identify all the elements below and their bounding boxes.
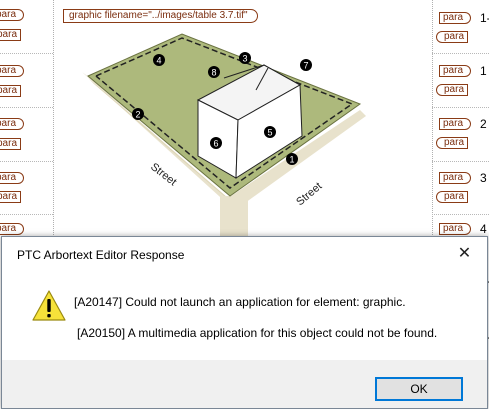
dialog-title: PTC Arbortext Editor Response (17, 248, 185, 262)
para-open-tag[interactable]: para (0, 118, 25, 130)
callout-2: 2 (132, 108, 144, 120)
svg-text:4: 4 (156, 56, 161, 66)
para-close-tag[interactable]: para (436, 191, 469, 203)
row-divider (0, 214, 53, 215)
svg-text:5: 5 (267, 128, 272, 138)
para-open-tag[interactable]: para (0, 223, 25, 235)
row-divider (432, 53, 489, 54)
dialog-body: [A20147] Could not launch an application… (2, 272, 487, 360)
row-number: 2 (480, 117, 487, 131)
row-divider (0, 161, 53, 162)
callout-4: 4 (153, 54, 165, 66)
para-close-tag[interactable]: para (436, 137, 469, 149)
row-number: 1- (480, 11, 489, 25)
graphic-tag[interactable]: graphic filename="../images/table 3.7.ti… (63, 9, 258, 23)
para-open-tag[interactable]: para (0, 65, 25, 77)
row-number: 3 (480, 171, 487, 185)
para-open-tag[interactable]: para (0, 172, 25, 184)
callout-7: 7 (300, 59, 312, 71)
para-open-tag[interactable]: para (0, 9, 25, 21)
para-open-tag[interactable]: para (439, 118, 472, 130)
close-icon[interactable]: ✕ (442, 237, 487, 272)
para-open-tag[interactable]: para (439, 12, 472, 24)
para-close-tag[interactable]: para (0, 85, 22, 97)
para-close-tag[interactable]: para (0, 29, 22, 41)
svg-text:7: 7 (303, 61, 308, 71)
svg-text:6: 6 (213, 139, 218, 149)
para-close-tag[interactable]: para (436, 31, 469, 43)
row-number: 4 (480, 222, 487, 236)
para-open-tag[interactable]: para (439, 172, 472, 184)
callout-1: 1 (286, 153, 298, 165)
para-close-tag[interactable]: para (0, 191, 22, 203)
callout-5: 5 (264, 126, 276, 138)
warning-icon (32, 290, 66, 321)
para-close-tag[interactable]: para (436, 84, 469, 96)
svg-text:3: 3 (242, 54, 247, 64)
callout-6: 6 (210, 137, 222, 149)
row-divider (432, 214, 489, 215)
street-label: Street (294, 180, 324, 208)
svg-text:2: 2 (135, 110, 140, 120)
svg-text:1: 1 (289, 155, 294, 165)
callout-3: 3 (239, 52, 251, 64)
row-divider (432, 107, 489, 108)
row-divider (432, 161, 489, 162)
dialog-title-bar[interactable]: PTC Arbortext Editor Response ✕ (2, 237, 487, 272)
response-dialog: PTC Arbortext Editor Response ✕ [A20147]… (1, 236, 488, 409)
callout-8: 8 (208, 66, 220, 78)
para-close-tag[interactable]: para (0, 138, 22, 150)
row-number: 1 (480, 64, 487, 78)
row-divider (0, 107, 53, 108)
street-label: Street (148, 161, 179, 189)
figure-callouts: 1 2 3 4 5 6 7 8 Street Street (132, 52, 324, 208)
row-divider (0, 53, 53, 54)
ok-button[interactable]: OK (375, 377, 463, 401)
error-message-2: [A20150] A multimedia application for th… (77, 326, 438, 340)
para-open-tag[interactable]: para (439, 65, 472, 77)
svg-text:8: 8 (211, 68, 216, 78)
para-open-tag[interactable]: para (439, 223, 472, 235)
error-message-1: [A20147] Could not launch an application… (74, 295, 406, 309)
